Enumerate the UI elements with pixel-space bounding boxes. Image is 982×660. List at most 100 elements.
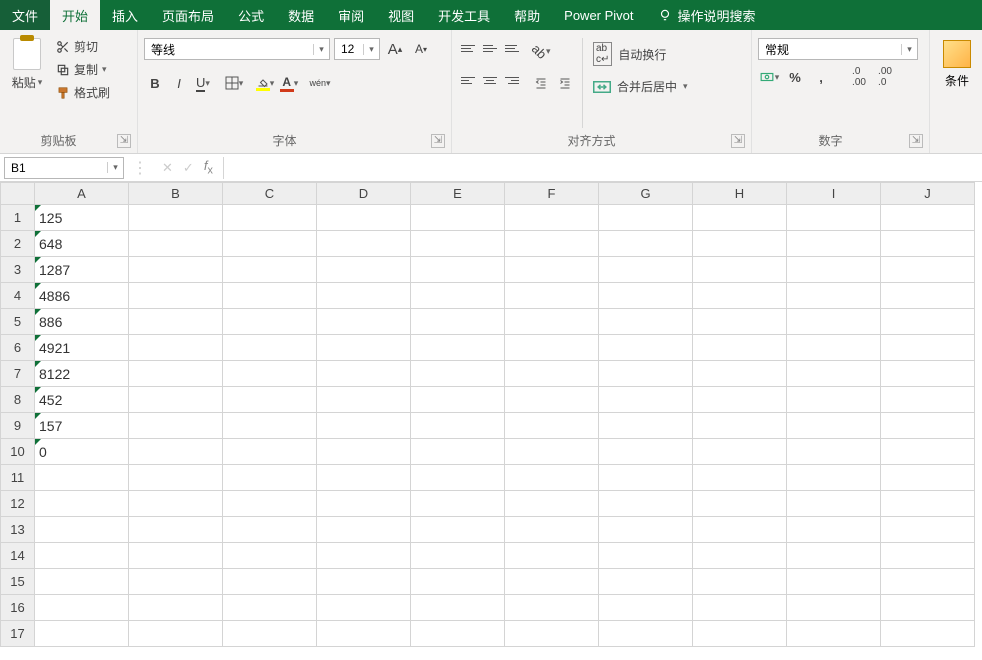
cell[interactable]: 452: [35, 387, 129, 413]
underline-button[interactable]: U▾: [192, 72, 214, 94]
cell[interactable]: [411, 361, 505, 387]
cell[interactable]: [881, 361, 975, 387]
orientation-button[interactable]: ab▾: [530, 40, 552, 62]
row-header[interactable]: 3: [1, 257, 35, 283]
cell[interactable]: [223, 543, 317, 569]
cancel-formula-button[interactable]: ✕: [162, 160, 173, 176]
row-header[interactable]: 15: [1, 569, 35, 595]
increase-decimal-button[interactable]: .0.00: [848, 66, 870, 88]
cell[interactable]: [129, 621, 223, 647]
cell[interactable]: [505, 413, 599, 439]
row-header[interactable]: 1: [1, 205, 35, 231]
row-header[interactable]: 16: [1, 595, 35, 621]
tab-power-pivot[interactable]: Power Pivot: [552, 0, 645, 30]
cell[interactable]: [693, 595, 787, 621]
bold-button[interactable]: B: [144, 72, 166, 94]
cell[interactable]: [693, 361, 787, 387]
chevron-down-icon[interactable]: ▾: [901, 44, 917, 55]
cell[interactable]: [881, 257, 975, 283]
font-color-button[interactable]: A ▾: [278, 72, 300, 94]
increase-indent-button[interactable]: [554, 72, 576, 94]
cell[interactable]: [129, 595, 223, 621]
tell-me-search[interactable]: 操作说明搜索: [646, 0, 768, 30]
row-header[interactable]: 11: [1, 465, 35, 491]
col-header[interactable]: A: [35, 183, 129, 205]
cut-button[interactable]: 剪切: [52, 36, 114, 57]
tab-view[interactable]: 视图: [376, 0, 426, 30]
row-header[interactable]: 2: [1, 231, 35, 257]
tab-page-layout[interactable]: 页面布局: [150, 0, 226, 30]
cell[interactable]: [35, 595, 129, 621]
cell[interactable]: [599, 569, 693, 595]
cell[interactable]: [35, 517, 129, 543]
cell[interactable]: [693, 439, 787, 465]
cell[interactable]: [599, 621, 693, 647]
cell[interactable]: [129, 361, 223, 387]
cell[interactable]: [693, 413, 787, 439]
cell[interactable]: [223, 491, 317, 517]
tab-insert[interactable]: 插入: [100, 0, 150, 30]
cell[interactable]: [787, 335, 881, 361]
cell[interactable]: [881, 517, 975, 543]
cell[interactable]: [129, 569, 223, 595]
cell[interactable]: [505, 595, 599, 621]
cell[interactable]: [411, 491, 505, 517]
cell[interactable]: [411, 517, 505, 543]
cell[interactable]: [317, 439, 411, 465]
cell[interactable]: [223, 439, 317, 465]
chevron-down-icon[interactable]: ▾: [107, 162, 123, 173]
cell[interactable]: [693, 491, 787, 517]
cell[interactable]: [317, 205, 411, 231]
cell[interactable]: [881, 569, 975, 595]
percent-button[interactable]: %: [784, 66, 806, 88]
cell[interactable]: [129, 335, 223, 361]
cell[interactable]: [787, 465, 881, 491]
cell[interactable]: [129, 257, 223, 283]
align-left-button[interactable]: [458, 72, 478, 88]
cell[interactable]: [129, 491, 223, 517]
number-dialog-launcher[interactable]: ⇲: [909, 134, 923, 148]
row-header[interactable]: 14: [1, 543, 35, 569]
cell[interactable]: 157: [35, 413, 129, 439]
chevron-down-icon[interactable]: ▾: [313, 44, 329, 55]
cell[interactable]: [599, 517, 693, 543]
cell[interactable]: [787, 491, 881, 517]
clipboard-dialog-launcher[interactable]: ⇲: [117, 134, 131, 148]
cell[interactable]: [693, 283, 787, 309]
col-header[interactable]: F: [505, 183, 599, 205]
cell[interactable]: [693, 231, 787, 257]
cell[interactable]: [787, 205, 881, 231]
cell[interactable]: [505, 309, 599, 335]
align-right-button[interactable]: [502, 72, 522, 88]
cell[interactable]: [693, 205, 787, 231]
wrap-text-button[interactable]: abc↵ 自动换行: [589, 40, 692, 68]
cell[interactable]: [411, 283, 505, 309]
cell[interactable]: [411, 205, 505, 231]
cell[interactable]: [411, 621, 505, 647]
enter-formula-button[interactable]: ✓: [183, 160, 194, 176]
increase-font-button[interactable]: A▴: [384, 38, 406, 60]
cell[interactable]: [129, 231, 223, 257]
conditional-formatting-button[interactable]: 条件: [936, 34, 978, 89]
cell[interactable]: [505, 439, 599, 465]
merge-center-button[interactable]: 合并后居中▾: [589, 76, 692, 97]
cell[interactable]: [599, 283, 693, 309]
alignment-dialog-launcher[interactable]: ⇲: [731, 134, 745, 148]
cell[interactable]: [317, 595, 411, 621]
cell[interactable]: [223, 283, 317, 309]
cell[interactable]: [505, 387, 599, 413]
cell[interactable]: [35, 543, 129, 569]
fill-color-button[interactable]: ▾: [254, 72, 276, 94]
cell[interactable]: [693, 387, 787, 413]
cell[interactable]: [881, 465, 975, 491]
cell[interactable]: [693, 465, 787, 491]
cell[interactable]: [411, 387, 505, 413]
chevron-down-icon[interactable]: ▾: [363, 44, 379, 55]
cell[interactable]: [599, 465, 693, 491]
cell[interactable]: [129, 205, 223, 231]
formula-input[interactable]: [223, 157, 982, 179]
cell[interactable]: [223, 621, 317, 647]
cell[interactable]: [35, 569, 129, 595]
name-box[interactable]: B1 ▾: [4, 157, 124, 179]
col-header[interactable]: G: [599, 183, 693, 205]
